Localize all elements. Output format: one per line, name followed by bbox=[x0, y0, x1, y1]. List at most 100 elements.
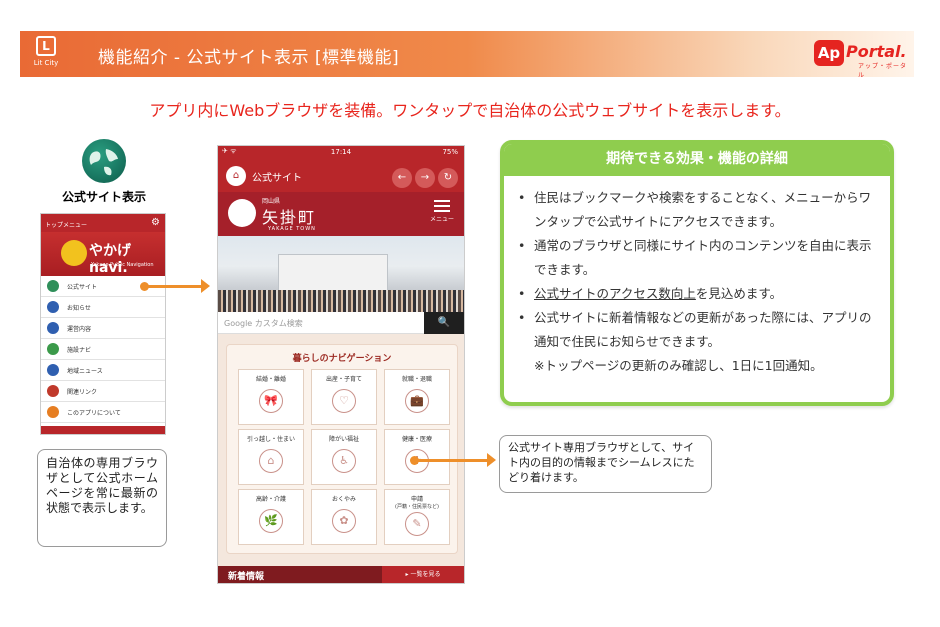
life-nav-tile[interactable]: 出産・子育て ♡ bbox=[311, 369, 377, 425]
back-icon[interactable]: ← bbox=[392, 168, 412, 188]
hamburger-icon bbox=[433, 200, 450, 212]
home-icon[interactable]: ⌂ bbox=[226, 166, 246, 186]
app-menu-item-label: お知らせ bbox=[67, 305, 91, 312]
life-nav-tile-icon: 💼 bbox=[405, 389, 429, 413]
life-nav-tile-sublabel: (戸籍・住民票など) bbox=[395, 504, 439, 510]
apportal-logo: Ap Portal. アップ・ポータル bbox=[814, 38, 909, 79]
life-nav-tile-icon: 🌿 bbox=[259, 509, 283, 533]
news-label: 新着情報 bbox=[228, 572, 265, 582]
apportal-logo-portal: Portal. bbox=[846, 42, 907, 61]
feature-item: 通常のブラウザと同様にサイト内のコンテンツを自由に表示できます。 bbox=[514, 234, 878, 282]
life-nav-tile-label: 就職・退職 bbox=[401, 376, 432, 383]
life-nav-tile[interactable]: 就職・退職 💼 bbox=[384, 369, 450, 425]
search-bar: Google カスタム検索 🔍 bbox=[218, 312, 464, 334]
menu-item-icon bbox=[47, 385, 59, 397]
app-menu-item-label: 公式サイト bbox=[67, 284, 98, 291]
app-menu-item-label: 運営内容 bbox=[67, 326, 92, 333]
app-banner: やかげnavi. Yakage Public Navigation bbox=[41, 232, 165, 276]
life-nav-tile-label: おくやみ bbox=[331, 496, 356, 503]
town-crest-icon bbox=[228, 199, 256, 227]
apportal-logo-ap: Ap bbox=[814, 40, 844, 66]
search-input[interactable]: Google カスタム検索 bbox=[224, 318, 303, 329]
app-menu-item[interactable]: 施設ナビ bbox=[41, 339, 165, 360]
life-nav-tile[interactable]: おくやみ ✿ bbox=[311, 489, 377, 545]
app-menu-item[interactable]: お知らせ bbox=[41, 297, 165, 318]
life-nav-tile-label: 引っ越し・住まい bbox=[246, 436, 295, 443]
life-navigation-title: 暮らしのナビゲーション bbox=[292, 354, 392, 364]
feature-item: 住民はブックマークや検索をすることなく、メニューからワンタップで公式サイトにアク… bbox=[514, 186, 878, 234]
life-nav-tile[interactable]: 結婚・離婚 🎀 bbox=[238, 369, 304, 425]
life-nav-tile-icon: ♿ bbox=[332, 449, 356, 473]
menu-item-icon bbox=[47, 301, 59, 313]
menu-button[interactable]: メニュー bbox=[430, 200, 454, 223]
life-nav-tile-icon: ✿ bbox=[332, 509, 356, 533]
town-header: 岡山県 矢掛町 YAKAGE TOWN メニュー bbox=[218, 192, 464, 236]
browser-note: 自治体の専用ブラウザとして公式ホームページを常に最新の状態で表示します。 bbox=[37, 449, 167, 547]
life-nav-tile-label: 障がい福祉 bbox=[328, 436, 359, 443]
browser-nav-bar: ⌂ 公式サイト ← → ↻ bbox=[218, 160, 464, 192]
app-menu-item[interactable]: 運営内容 bbox=[41, 318, 165, 339]
life-nav-tile[interactable]: 障がい福祉 ♿ bbox=[311, 429, 377, 485]
app-menu-item-label: 施設ナビ bbox=[67, 347, 92, 354]
life-nav-tile[interactable]: 引っ越し・住まい ⌂ bbox=[238, 429, 304, 485]
life-nav-tile-label: 健康・医療 bbox=[401, 436, 432, 443]
life-nav-tile[interactable]: 申請 (戸籍・住民票など) ✎ bbox=[384, 489, 450, 545]
app-top-bar: トップメニュー ⚙ bbox=[41, 214, 165, 232]
app-menu-item[interactable]: このアプリについて bbox=[41, 402, 165, 423]
hero-photo bbox=[218, 236, 464, 312]
news-bar: 新着情報 ▸ 一覧を見る bbox=[218, 566, 464, 583]
status-time: 17:14 bbox=[330, 148, 352, 156]
life-nav-tile-icon: 🎀 bbox=[259, 389, 283, 413]
lit-city-logo-mark: L bbox=[36, 36, 56, 56]
gear-icon[interactable]: ⚙ bbox=[151, 217, 160, 228]
mascot-icon bbox=[61, 240, 87, 266]
app-banner-name: やかげnavi. bbox=[89, 243, 131, 276]
town-name: 矢掛町 bbox=[262, 208, 317, 227]
app-menu-list: 公式サイトお知らせ運営内容施設ナビ地域ニュース 関連リンクこのアプリについて bbox=[41, 276, 165, 423]
app-bottom-bar bbox=[41, 426, 165, 434]
life-nav-tile-label: 出産・子育て bbox=[325, 376, 362, 383]
search-icon[interactable]: 🔍 bbox=[424, 312, 464, 334]
life-nav-tile-icon: ✎ bbox=[405, 512, 429, 536]
slide: L Lit City 機能紹介 - 公式サイト表示 [標準機能] Ap Port… bbox=[0, 0, 940, 627]
life-nav-tile-icon: ♡ bbox=[332, 389, 356, 413]
app-menu-item-label: 関連リンク bbox=[67, 389, 98, 396]
features-heading: 期待できる効果・機能の詳細 bbox=[504, 144, 890, 176]
life-nav-tile-label: 申請 bbox=[410, 496, 423, 503]
life-navigation-card: 暮らしのナビゲーション 結婚・離婚 🎀 出産・子育て ♡ 就職・退職 💼 引っ越し・住まい ⌂… bbox=[226, 344, 458, 554]
menu-item-icon bbox=[47, 343, 59, 355]
menu-item-icon bbox=[47, 280, 59, 292]
browser-screenshot: ✈ ᯤ 17:14 75% ⌂ 公式サイト ← → ↻ 岡山県 矢掛町 YAKAGE… bbox=[217, 145, 465, 584]
menu-item-icon bbox=[47, 364, 59, 376]
lit-city-logo: L Lit City bbox=[26, 35, 66, 73]
features-list: 住民はブックマークや検索をすることなく、メニューからワンタップで公式サイトにアク… bbox=[504, 176, 890, 354]
page-title: 機能紹介 - 公式サイト表示 [標準機能] bbox=[98, 48, 400, 68]
feature-item: 公式サイトのアクセス数向上を見込めます。 bbox=[514, 282, 878, 306]
lead-text: アプリ内にWebブラウザを装備。ワンタップで自治体の公式ウェブサイトを表示します… bbox=[149, 101, 791, 120]
app-menu-item[interactable]: 関連リンク bbox=[41, 381, 165, 402]
apportal-logo-subtitle: アップ・ポータル bbox=[858, 63, 908, 79]
header-bar: L Lit City 機能紹介 - 公式サイト表示 [標準機能] Ap Port… bbox=[20, 31, 914, 79]
app-menu-screenshot: トップメニュー ⚙ やかげnavi. Yakage Public Navigat… bbox=[40, 213, 166, 435]
app-menu-item-label: 地域ニュース bbox=[67, 368, 103, 375]
reload-icon[interactable]: ↻ bbox=[438, 168, 458, 188]
life-nav-tile[interactable]: 高齢・介護 🌿 bbox=[238, 489, 304, 545]
feature-item-highlight: 公式サイトのアクセス数向上 bbox=[534, 286, 696, 301]
app-menu-item[interactable]: 地域ニュース bbox=[41, 360, 165, 381]
app-banner-subtitle: Yakage Public Navigation bbox=[91, 262, 154, 268]
menu-item-icon bbox=[47, 406, 59, 418]
life-nav-tile-label: 結婚・離婚 bbox=[255, 376, 286, 383]
status-battery: 75% bbox=[442, 148, 458, 156]
features-note: ※トップページの更新のみ確認し、1日に1回通知。 bbox=[534, 358, 823, 373]
globe-icon bbox=[82, 139, 126, 183]
browser-title: 公式サイト bbox=[252, 173, 302, 184]
arrow-to-note bbox=[416, 453, 496, 467]
forward-icon[interactable]: → bbox=[415, 168, 435, 188]
menu-label: メニュー bbox=[429, 216, 454, 223]
life-nav-tile-label: 高齢・介護 bbox=[255, 496, 286, 503]
features-panel: 期待できる効果・機能の詳細 住民はブックマークや検索をすることなく、メニューから… bbox=[500, 140, 894, 406]
life-nav-tile-icon: ⌂ bbox=[259, 449, 283, 473]
page-body: 暮らしのナビゲーション 結婚・離婚 🎀 出産・子育て ♡ 就職・退職 💼 引っ越し・住まい ⌂… bbox=[218, 334, 464, 568]
menu-item-icon bbox=[47, 322, 59, 334]
news-more-link[interactable]: ▸ 一覧を見る bbox=[382, 566, 464, 583]
